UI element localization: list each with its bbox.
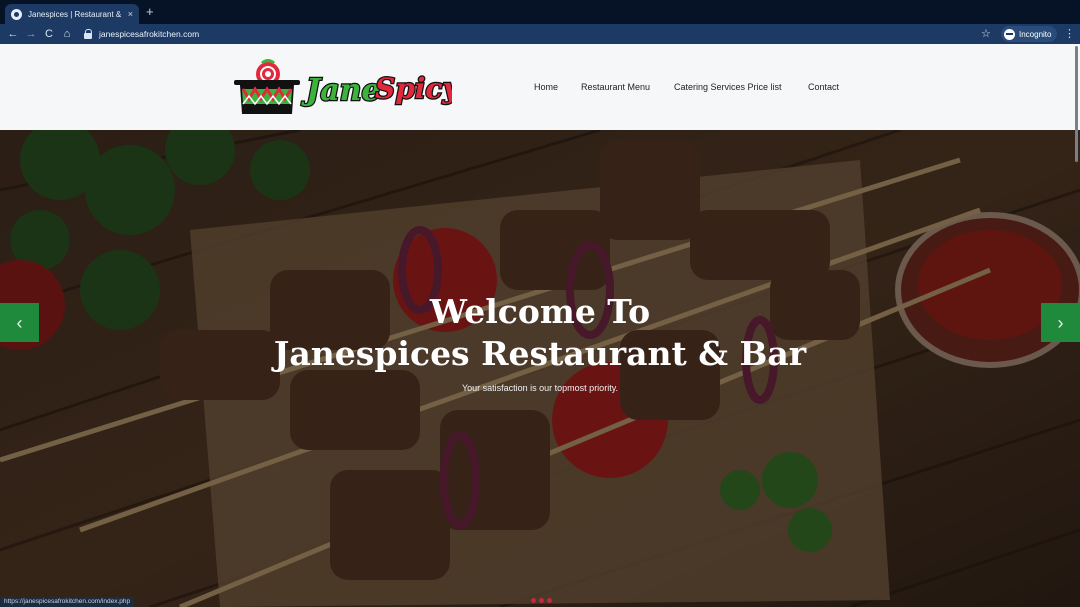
slide-indicator[interactable]	[531, 598, 536, 603]
incognito-label: Incognito	[1019, 29, 1052, 39]
browser-menu-icon[interactable]: ⋮	[1064, 27, 1075, 40]
svg-text:Spicy: Spicy	[375, 72, 452, 105]
page-scrollbar[interactable]	[1074, 44, 1080, 607]
browser-toolbar: ← → C ⌂ janespicesafrokitchen.com ☆ Inco…	[0, 24, 1080, 44]
browser-tab[interactable]: Janespices | Restaurant & Bar ×	[5, 4, 139, 24]
slider-prev-button[interactable]: ‹	[0, 303, 39, 342]
close-tab-icon[interactable]: ×	[128, 9, 133, 19]
tab-title: Janespices | Restaurant & Bar	[28, 9, 124, 19]
hero-subtitle: Your satisfaction is our topmost priorit…	[461, 383, 619, 393]
forward-button[interactable]: →	[22, 28, 40, 40]
hero-title-line-1: Welcome To	[429, 292, 651, 331]
chevron-right-icon: ›	[1057, 312, 1064, 333]
lock-icon	[84, 29, 93, 39]
pot-logo-icon: Jane Spicy	[234, 59, 462, 114]
slider-indicators	[531, 598, 555, 603]
site-logo[interactable]: Jane Spicy	[232, 58, 462, 118]
nav-catering-price-list[interactable]: Catering Services Price list	[674, 82, 782, 92]
incognito-badge[interactable]: Incognito	[1001, 26, 1058, 42]
browser-tab-bar: Janespices | Restaurant & Bar × +	[0, 0, 1080, 24]
web-page: Jane Spicy Home Restaurant Menu Catering…	[0, 44, 1080, 607]
slide-indicator[interactable]	[547, 598, 552, 603]
chevron-left-icon: ‹	[16, 312, 23, 333]
hero-slider: Welcome To Janespices Restaurant & Bar Y…	[0, 130, 1080, 607]
reload-button[interactable]: C	[40, 28, 58, 40]
new-tab-button[interactable]: +	[146, 5, 154, 19]
url-text: janespicesafrokitchen.com	[99, 29, 200, 39]
nav-restaurant-menu[interactable]: Restaurant Menu	[581, 82, 650, 92]
back-button[interactable]: ←	[4, 28, 22, 40]
svg-text:Jane: Jane	[301, 73, 381, 108]
incognito-icon	[1004, 28, 1015, 40]
nav-home[interactable]: Home	[534, 82, 558, 92]
slide-indicator[interactable]	[539, 598, 544, 603]
scrollbar-thumb[interactable]	[1075, 46, 1078, 162]
address-bar[interactable]: janespicesafrokitchen.com	[80, 26, 1000, 42]
nav-contact[interactable]: Contact	[808, 82, 839, 92]
home-button[interactable]: ⌂	[58, 28, 76, 40]
status-bar-url: https://janespicesafrokitchen.com/index.…	[0, 597, 135, 607]
site-header: Jane Spicy Home Restaurant Menu Catering…	[0, 44, 1080, 130]
bookmark-star-icon[interactable]: ☆	[981, 27, 991, 40]
hero-title-line-2: Janespices Restaurant & Bar	[273, 334, 807, 373]
globe-icon	[11, 8, 22, 20]
